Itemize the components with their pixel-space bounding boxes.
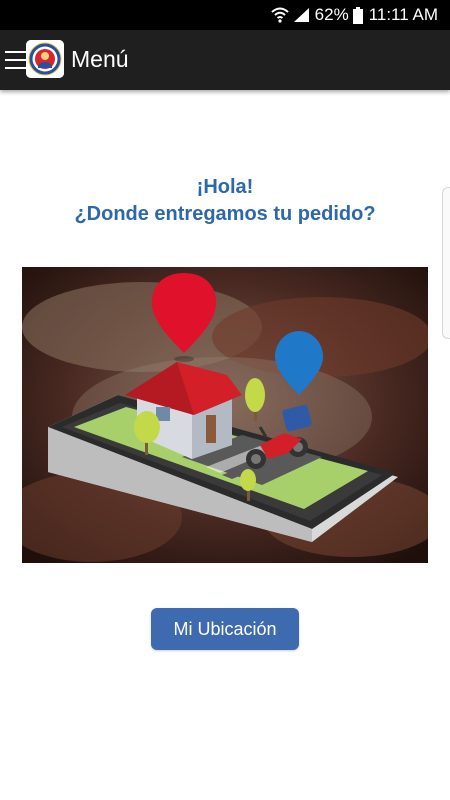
wifi-icon [270,7,289,23]
greeting-title: ¡Hola! [196,176,254,198]
delivery-illustration [22,267,428,563]
app-logo-icon[interactable] [26,40,64,78]
app-bar: Menú [0,30,450,90]
app-title: Menú [71,46,129,72]
battery-icon [352,6,363,24]
hamburger-icon[interactable] [5,51,27,69]
battery-percent: 62% [314,5,349,24]
status-bar-right: 62% 11:11 AM [270,4,438,26]
signal-icon [293,7,311,23]
status-time: 11:11 AM [368,5,438,24]
status-bar: 62% 11:11 AM [0,0,450,30]
my-location-button[interactable]: Mi Ubicación [151,608,299,650]
greeting-subtitle: ¿Donde entregamos tu pedido? [74,203,376,225]
